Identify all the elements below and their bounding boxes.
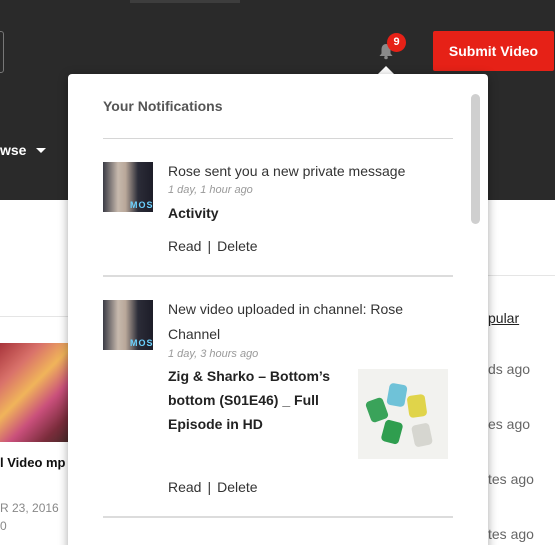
video-title-line: Zig & Sharko – Bottom’s [168,368,331,384]
read-link[interactable]: Read [168,238,201,254]
search-input[interactable] [0,31,4,73]
thumbnail-shape [364,396,390,424]
divider [103,138,453,139]
browse-menu[interactable]: wse [0,142,47,158]
time-ago-text: tes ago [488,526,534,542]
video-thumbnail[interactable] [0,343,68,442]
divider [103,516,453,518]
browse-label: wse [0,142,27,158]
notification-message-line: New video uploaded in channel: Rose [168,301,404,317]
video-title-line: Episode in HD [168,416,263,432]
notifications-dropdown: Your Notifications MOS Rose sent you a n… [68,74,488,545]
avatar-logo-text: MOS [130,338,153,348]
video-title-line: bottom (S01E46) _ Full [168,392,319,408]
notification-time: 1 day, 3 hours ago [168,348,259,360]
header-top-strip [130,0,240,3]
video-thumbnail[interactable] [358,369,448,459]
thumbnail-shape [410,422,434,448]
video-views: 0 [0,519,7,533]
video-title-link[interactable]: Zig & Sharko – Bottom’s bottom (S01E46) … [168,364,330,436]
notification-message-line: Channel [168,326,221,342]
thumbnail-shape [406,393,428,419]
divider [0,316,68,317]
time-ago-text: ds ago [488,361,531,377]
time-ago-text: es ago [488,416,531,432]
avatar[interactable]: MOS [103,300,153,350]
avatar-logo-text: MOS [130,200,153,210]
notification-actions: Read | Delete [168,238,258,254]
chevron-down-icon [36,147,47,153]
notification-detail[interactable]: Activity [168,201,219,225]
dropdown-arrow [378,66,394,74]
notification-actions: Read | Delete [168,479,258,495]
thumbnail-shape [386,382,408,408]
video-title[interactable]: l Video mp [0,455,66,470]
delete-link[interactable]: Delete [217,479,257,495]
separator: | [207,238,212,254]
read-link[interactable]: Read [168,479,201,495]
submit-video-button[interactable]: Submit Video [433,31,554,71]
delete-link[interactable]: Delete [217,238,257,254]
video-date: R 23, 2016 [0,501,59,515]
divider [103,275,453,277]
avatar[interactable]: MOS [103,162,153,212]
separator: | [207,479,212,495]
divider [488,275,555,276]
notifications-title: Your Notifications [103,98,223,114]
time-ago-text: tes ago [488,471,534,487]
popular-link[interactable]: pular [488,310,519,326]
notification-count-badge: 9 [387,33,406,52]
scrollbar[interactable] [471,94,480,224]
notification-message[interactable]: New video uploaded in channel: Rose Chan… [168,297,403,347]
thumbnail-shape [380,419,404,445]
notification-message[interactable]: Rose sent you a new private message [168,159,405,184]
notification-time: 1 day, 1 hour ago [168,184,253,196]
